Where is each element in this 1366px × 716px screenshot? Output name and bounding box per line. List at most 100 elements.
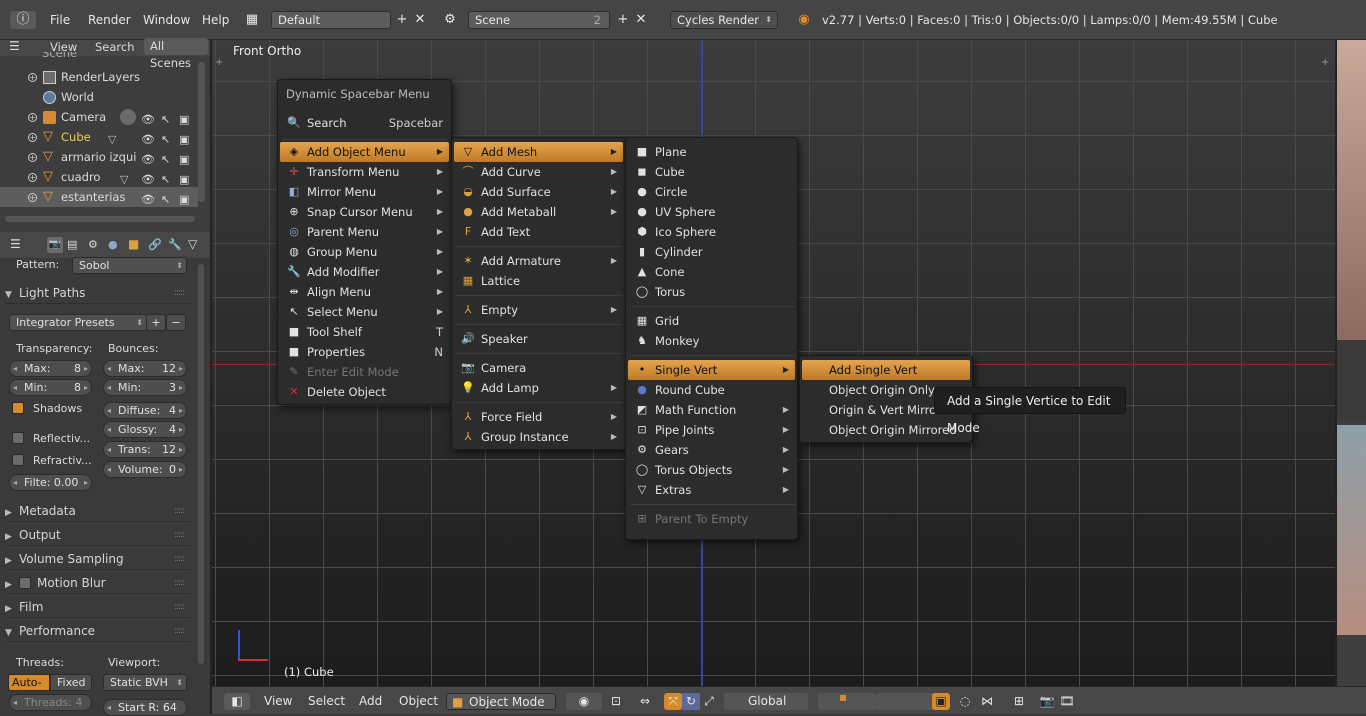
visibility-eye-icon[interactable]: 👁: [141, 190, 155, 210]
menu-item-pipe-joints[interactable]: ⊡ Pipe Joints ▶: [628, 420, 795, 440]
transform-orientation-dropdown[interactable]: Global: [724, 693, 808, 710]
scale-manipulator-icon[interactable]: ⤢: [700, 693, 718, 710]
menu-item-single-vert[interactable]: • Single Vert ▶: [628, 360, 795, 380]
outliner-row-renderlayers[interactable]: + RenderLayers: [0, 67, 200, 87]
add-preset-button[interactable]: +: [146, 314, 166, 331]
snap-element-icon[interactable]: ⊞: [1010, 693, 1028, 710]
menu-item-gears[interactable]: ⚙ Gears ▶: [628, 440, 795, 460]
panel-light-paths[interactable]: ▼ Light Paths:::::: [5, 282, 190, 304]
menu-item-search[interactable]: 🔍 Search Spacebar: [280, 113, 449, 133]
menu-item-add-surface[interactable]: ◒ Add Surface ▶: [454, 182, 623, 202]
layers-grid-2[interactable]: [876, 693, 934, 710]
outliner-row-scene[interactable]: Scene: [0, 52, 200, 62]
shadows-checkbox[interactable]: [12, 402, 24, 414]
menu-file[interactable]: File: [50, 8, 70, 32]
menu-object[interactable]: Object: [399, 693, 438, 710]
snap-icon[interactable]: ⋈: [978, 693, 996, 710]
menu-item-transform-menu[interactable]: ✛ Transform Menu ▶: [280, 162, 449, 182]
expand-icon[interactable]: +: [28, 173, 37, 182]
menu-item-add-object-menu[interactable]: ◈ Add Object Menu ▶: [280, 142, 449, 162]
add-scene-icon[interactable]: +: [614, 11, 632, 29]
add-layout-icon[interactable]: +: [393, 11, 411, 29]
outliner-row-world[interactable]: World: [0, 87, 200, 107]
menu-view[interactable]: View: [264, 693, 292, 710]
constraints-tab-icon[interactable]: 🔗: [148, 238, 162, 251]
panel-performance[interactable]: ▼ Performance:::::: [5, 620, 190, 642]
scene-tab-icon[interactable]: ⚙: [88, 238, 98, 251]
menu-item-math-function[interactable]: ◩ Math Function ▶: [628, 400, 795, 420]
select-arrow-icon[interactable]: ↖: [161, 190, 170, 210]
menu-item-cube[interactable]: ◼ Cube: [628, 162, 795, 182]
render-layers-tab-icon[interactable]: ▤: [67, 238, 77, 251]
menu-window[interactable]: Window: [143, 8, 190, 32]
grip-icon[interactable]: :::::: [174, 282, 185, 304]
menu-item-uv-sphere[interactable]: ● UV Sphere: [628, 202, 795, 222]
threads-count-field[interactable]: ◂ Threads: 4: [9, 694, 92, 711]
properties-toggle-icon[interactable]: +: [1321, 57, 1329, 68]
panel-film[interactable]: ▶ Film:::::: [5, 596, 190, 618]
render-tab-icon[interactable]: 📷: [47, 237, 63, 253]
menu-item-add-single-vert[interactable]: Add Single Vert: [802, 360, 970, 380]
viewport-shading-dropdown[interactable]: ◉: [566, 693, 602, 710]
outliner-row-armario[interactable]: + ▽ armario izquier 👁 ↖ ▣: [0, 147, 200, 167]
rotate-manipulator-icon[interactable]: ↻: [682, 693, 700, 710]
menu-item-tool-shelf[interactable]: ■ Tool Shelf T: [280, 322, 449, 342]
panel-motion-blur[interactable]: ▶ Motion Blur:::::: [5, 572, 190, 594]
menu-item-object-origin-mirrored[interactable]: Object Origin Mirrored: [802, 420, 970, 440]
lock-camera-icon[interactable]: ▣: [932, 693, 950, 710]
data-tab-icon[interactable]: ▽: [188, 237, 197, 251]
panel-volume-sampling[interactable]: ▶ Volume Sampling:::::: [5, 548, 190, 570]
image-editor-strip[interactable]: [1335, 40, 1366, 686]
render-animation-icon[interactable]: 🎞: [1058, 693, 1076, 710]
menu-item-add-modifier[interactable]: 🔧 Add Modifier ▶: [280, 262, 449, 282]
refractive-checkbox[interactable]: [12, 454, 24, 466]
threads-fixed-button[interactable]: Fixed: [50, 674, 92, 691]
properties-scrollbar[interactable]: [198, 264, 204, 664]
expand-icon[interactable]: +: [28, 193, 37, 202]
menu-item-group-instance[interactable]: ⅄ Group Instance ▶: [454, 427, 623, 447]
transparency-min-field[interactable]: ◂ Min: 8 ▸: [9, 379, 92, 396]
translate-manipulator-icon[interactable]: ⤧: [664, 693, 682, 710]
menu-item-mirror-menu[interactable]: ◧ Mirror Menu ▶: [280, 182, 449, 202]
expand-icon[interactable]: +: [28, 133, 37, 142]
grip-icon[interactable]: :::::: [174, 524, 185, 546]
outliner-row-camera[interactable]: + Camera 👁 ↖ ▣: [0, 107, 200, 127]
menu-item-add-mesh[interactable]: ▽ Add Mesh ▶: [454, 142, 623, 162]
outliner-scrollbar[interactable]: [198, 62, 205, 202]
menu-item-torus-objects[interactable]: ◯ Torus Objects ▶: [628, 460, 795, 480]
outliner-row-cuadro[interactable]: + ▽ cuadro ▽ 👁 ↖ ▣: [0, 167, 200, 187]
reflective-checkbox[interactable]: [12, 432, 24, 444]
remove-scene-icon[interactable]: ✕: [632, 11, 650, 29]
object-tab-icon[interactable]: ■: [128, 237, 139, 251]
render-opengl-icon[interactable]: 📷: [1038, 693, 1056, 710]
menu-item-round-cube[interactable]: ● Round Cube: [628, 380, 795, 400]
menu-item-parent-menu[interactable]: ◎ Parent Menu ▶: [280, 222, 449, 242]
remove-preset-button[interactable]: −: [166, 314, 186, 331]
motion-blur-checkbox[interactable]: [19, 576, 31, 589]
camera-data-icon[interactable]: [120, 109, 136, 125]
bounces-max-field[interactable]: ◂ Max: 12 ▸: [103, 360, 187, 377]
menu-item-add-metaball[interactable]: ● Add Metaball ▶: [454, 202, 623, 222]
grip-icon[interactable]: :::::: [174, 596, 185, 618]
panel-output[interactable]: ▶ Output:::::: [5, 524, 190, 546]
scene-dropdown[interactable]: Scene 2: [468, 11, 610, 29]
bounces-min-field[interactable]: ◂ Min: 3 ▸: [103, 379, 187, 396]
info-editor-icon[interactable]: ⓘ: [10, 11, 36, 29]
glossy-field[interactable]: ◂ Glossy: 4 ▸: [103, 421, 187, 438]
pattern-dropdown[interactable]: Sobol ⬍: [72, 257, 187, 274]
screen-layout-dropdown[interactable]: Default: [271, 11, 391, 29]
menu-item-delete-object[interactable]: ✕ Delete Object: [280, 382, 449, 402]
grip-icon[interactable]: :::::: [174, 620, 185, 642]
menu-item-snap-cursor-menu[interactable]: ⊕ Snap Cursor Menu ▶: [280, 202, 449, 222]
outliner-row-estanterias[interactable]: + ▽ estanterias 👁 ↖ ▣: [0, 187, 198, 207]
menu-item-monkey[interactable]: ♞ Monkey: [628, 331, 795, 351]
menu-help[interactable]: Help: [202, 8, 229, 32]
menu-item-cylinder[interactable]: ▮ Cylinder: [628, 242, 795, 262]
modifiers-tab-icon[interactable]: 🔧: [168, 238, 182, 251]
menu-item-ico-sphere[interactable]: ⬢ Ico Sphere: [628, 222, 795, 242]
menu-item-force-field[interactable]: ⅄ Force Field ▶: [454, 407, 623, 427]
diffuse-field[interactable]: ◂ Diffuse: 4 ▸: [103, 402, 187, 419]
menu-item-plane[interactable]: ■ Plane: [628, 142, 795, 162]
transparency-max-field[interactable]: ◂ Max: 8 ▸: [9, 360, 92, 377]
menu-item-extras[interactable]: ▽ Extras ▶: [628, 480, 795, 500]
